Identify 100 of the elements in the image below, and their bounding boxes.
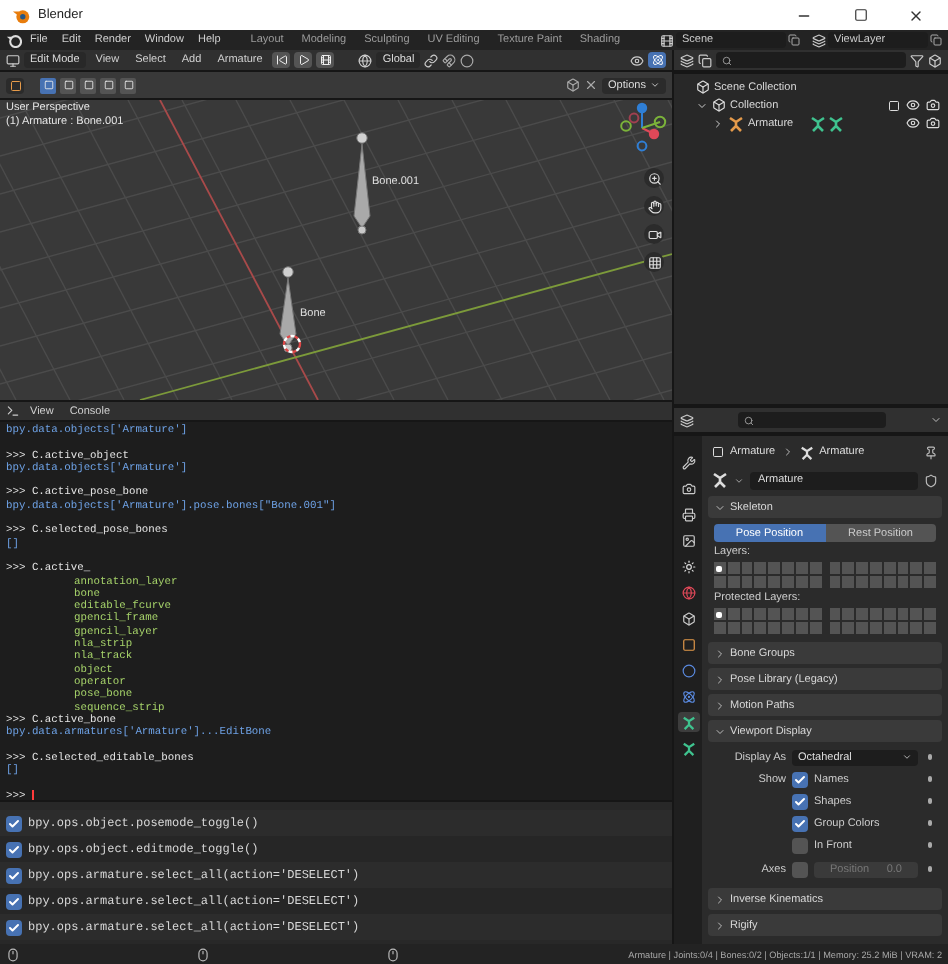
checkbox[interactable] <box>792 793 808 809</box>
layer-toggle[interactable] <box>754 608 767 620</box>
keyframe-dot-icon[interactable] <box>927 820 933 826</box>
visibility-icon[interactable] <box>630 53 644 67</box>
layer-toggle[interactable] <box>924 622 936 634</box>
layer-toggle[interactable] <box>924 608 936 620</box>
layer-toggle[interactable] <box>809 576 821 588</box>
view-layer-icon[interactable] <box>812 33 826 47</box>
layer-toggle[interactable] <box>714 562 726 574</box>
layer-toggle[interactable] <box>883 562 896 574</box>
layer-toggle[interactable] <box>741 562 753 574</box>
layer-toggle[interactable] <box>795 562 808 574</box>
checkbox[interactable] <box>792 771 808 787</box>
layer-toggle[interactable] <box>754 576 767 588</box>
layer-toggle[interactable] <box>795 608 808 620</box>
checkbox[interactable] <box>6 867 22 883</box>
layer-toggle[interactable] <box>782 608 794 620</box>
layer-toggle[interactable] <box>741 608 753 620</box>
keyframe-dot-icon[interactable] <box>927 798 933 804</box>
properties-tab[interactable] <box>677 530 699 550</box>
navigation-gizmo-icon[interactable] <box>616 102 668 154</box>
eye-icon[interactable] <box>906 116 920 130</box>
layer-toggle[interactable] <box>869 576 882 588</box>
checkbox[interactable] <box>6 893 22 909</box>
keyframe-dot-icon[interactable] <box>927 866 933 872</box>
layer-toggle[interactable] <box>842 562 855 574</box>
layer-toggle[interactable] <box>897 562 909 574</box>
layer-toggle[interactable] <box>768 562 781 574</box>
layer-toggle[interactable] <box>869 608 882 620</box>
layer-toggle[interactable] <box>768 608 781 620</box>
layer-toggle[interactable] <box>741 576 753 588</box>
layer-toggle[interactable] <box>768 576 781 588</box>
layer-toggle[interactable] <box>856 608 868 620</box>
layer-toggle[interactable] <box>910 622 923 634</box>
checkbox[interactable] <box>792 837 808 853</box>
layer-toggle[interactable] <box>869 562 882 574</box>
properties-tab[interactable] <box>677 686 699 706</box>
editor-type-icon[interactable] <box>6 53 20 67</box>
layer-toggle[interactable] <box>910 576 923 588</box>
playback-button[interactable] <box>316 52 335 68</box>
layer-toggle[interactable] <box>714 608 726 620</box>
new-view-layer-icon[interactable] <box>930 34 942 46</box>
layer-toggle[interactable] <box>741 622 753 634</box>
layer-toggle[interactable] <box>782 562 794 574</box>
playback-button[interactable] <box>272 52 291 68</box>
layer-toggle[interactable] <box>754 622 767 634</box>
properties-tab[interactable] <box>677 660 699 680</box>
camera-icon[interactable] <box>926 98 940 112</box>
proportional-edit-icon[interactable] <box>460 53 475 67</box>
layer-toggle[interactable] <box>714 622 726 634</box>
select-mode-button[interactable] <box>80 77 96 93</box>
blender-logo-icon[interactable] <box>6 32 22 48</box>
properties-tab[interactable] <box>677 608 699 628</box>
layer-toggle[interactable] <box>910 608 923 620</box>
bone-drawing[interactable] <box>353 132 371 235</box>
layer-toggle[interactable] <box>768 622 781 634</box>
editor-type-icon[interactable] <box>680 413 694 427</box>
layer-toggle[interactable] <box>829 608 841 620</box>
display-mode-icon[interactable] <box>698 53 712 67</box>
layer-toggle[interactable] <box>809 562 821 574</box>
layer-toggle[interactable] <box>727 562 740 574</box>
layer-toggle[interactable] <box>842 608 855 620</box>
layer-toggle[interactable] <box>856 622 868 634</box>
layer-toggle[interactable] <box>883 608 896 620</box>
layer-toggle[interactable] <box>910 562 923 574</box>
properties-tab[interactable] <box>677 712 699 732</box>
editor-type-icon[interactable] <box>6 404 20 418</box>
eye-icon[interactable] <box>906 98 920 112</box>
search-field[interactable] <box>738 412 886 428</box>
layer-toggle[interactable] <box>842 622 855 634</box>
checkbox[interactable] <box>6 919 22 935</box>
properties-tab[interactable] <box>677 478 699 498</box>
layer-toggle[interactable] <box>883 576 896 588</box>
layer-toggle[interactable] <box>856 562 868 574</box>
layer-toggle[interactable] <box>727 622 740 634</box>
layer-toggle[interactable] <box>754 562 767 574</box>
search-field[interactable] <box>716 52 906 68</box>
keyframe-dot-icon[interactable] <box>927 842 933 848</box>
keyframe-dot-icon[interactable] <box>927 776 933 782</box>
select-mode-button[interactable] <box>120 77 136 93</box>
bone-drawing[interactable] <box>279 266 297 353</box>
layer-toggle[interactable] <box>897 576 909 588</box>
layer-toggle[interactable] <box>795 576 808 588</box>
properties-tab[interactable] <box>677 738 699 758</box>
tool-button[interactable] <box>6 77 24 93</box>
layer-toggle[interactable] <box>829 622 841 634</box>
checkbox[interactable] <box>792 861 808 877</box>
keyframe-dot-icon[interactable] <box>927 754 933 760</box>
layer-toggle[interactable] <box>714 576 726 588</box>
properties-tab[interactable] <box>677 634 699 654</box>
editor-type-icon[interactable] <box>680 53 694 67</box>
new-collection-icon[interactable] <box>928 53 942 67</box>
filter-icon[interactable] <box>910 53 924 67</box>
layer-toggle[interactable] <box>809 608 821 620</box>
layer-toggle[interactable] <box>897 622 909 634</box>
snap-icon[interactable] <box>442 53 457 67</box>
new-scene-icon[interactable] <box>788 34 800 46</box>
layer-toggle[interactable] <box>856 576 868 588</box>
layer-toggle[interactable] <box>924 576 936 588</box>
orientation-icon[interactable] <box>358 53 373 67</box>
